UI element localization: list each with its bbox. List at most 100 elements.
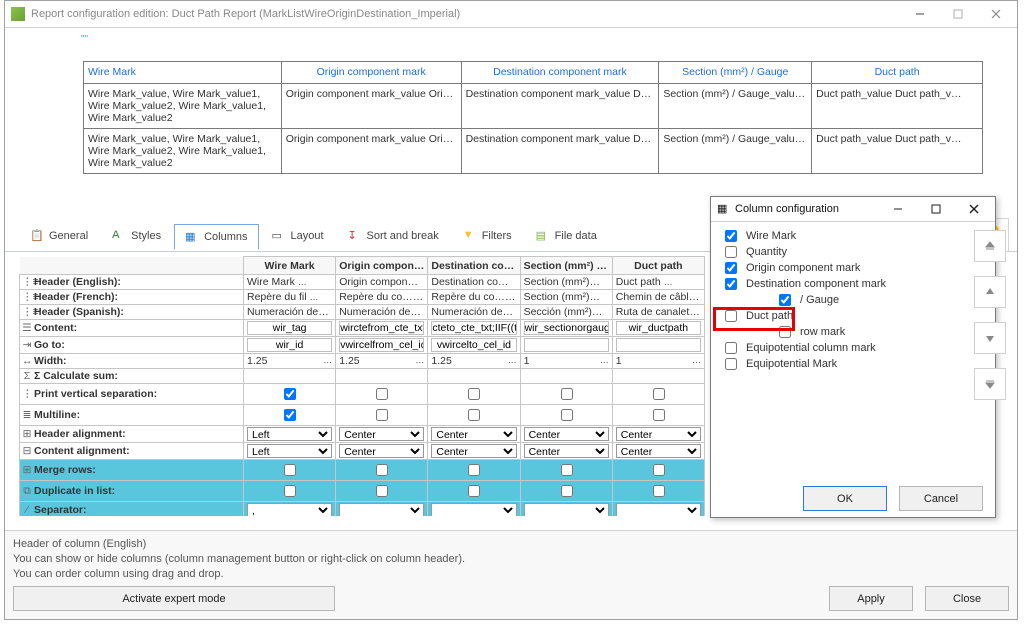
row-goto-input[interactable] <box>247 338 332 352</box>
popup-titlebar[interactable]: ▦ Column configuration <box>711 197 995 222</box>
row-sep-select[interactable] <box>524 503 609 516</box>
row-sep-select[interactable] <box>431 503 516 516</box>
row-merge-checkbox[interactable] <box>561 464 573 476</box>
row-printsep-checkbox[interactable] <box>284 388 296 400</box>
tab-filedata[interactable]: ▤File data <box>525 223 608 248</box>
row-printsep-checkbox[interactable] <box>561 388 573 400</box>
row-halign-cell[interactable]: Center <box>428 426 520 443</box>
row-multiline-checkbox[interactable] <box>284 409 296 421</box>
row-header_es-cell[interactable]: Numeración de… … <box>244 305 336 320</box>
popup-item-checkbox[interactable] <box>725 358 737 370</box>
row-dup-checkbox[interactable] <box>468 485 480 497</box>
row-content-input[interactable] <box>431 321 516 335</box>
row-width-cell[interactable]: 1… <box>520 354 612 369</box>
row-content-cell[interactable] <box>612 320 704 337</box>
grid-col-origin[interactable]: Origin compone… <box>336 257 428 275</box>
row-printsep-cell[interactable] <box>244 384 336 405</box>
popup-item-checkbox[interactable] <box>725 246 737 258</box>
row-header_es-cell[interactable]: Numeración de… … <box>336 305 428 320</box>
row-header_es-cell[interactable]: Ruta de canaleta … <box>612 305 704 320</box>
minimize-button[interactable] <box>901 2 939 26</box>
row-header_fr-cell[interactable]: Repère du fil … <box>244 290 336 305</box>
row-calign-select[interactable]: Left <box>247 444 332 458</box>
row-multiline-checkbox[interactable] <box>376 409 388 421</box>
row-header_en-cell[interactable]: Destination co… … <box>428 275 520 290</box>
row-printsep-checkbox[interactable] <box>376 388 388 400</box>
row-halign-cell[interactable]: Center <box>336 426 428 443</box>
row-header_en-cell[interactable]: Section (mm²)… … <box>520 275 612 290</box>
popup-item[interactable]: Duct path <box>721 308 985 324</box>
row-halign-select[interactable]: Center <box>431 427 516 441</box>
preview-col-section[interactable]: Section (mm²) / Gauge <box>659 62 812 84</box>
row-merge-checkbox[interactable] <box>468 464 480 476</box>
row-goto-cell[interactable] <box>612 337 704 354</box>
row-goto-input[interactable] <box>616 338 701 352</box>
popup-item-checkbox[interactable] <box>725 262 737 274</box>
row-calign-select[interactable]: Center <box>339 444 424 458</box>
row-calign-select[interactable]: Center <box>616 444 701 458</box>
popup-item[interactable]: Destination component mark <box>721 276 985 292</box>
popup-item-checkbox[interactable] <box>725 278 737 290</box>
activate-expert-mode-button[interactable]: Activate expert mode <box>13 586 335 611</box>
row-dup-cell[interactable] <box>428 481 520 502</box>
popup-item-checkbox[interactable] <box>725 230 737 242</box>
row-multiline-cell[interactable] <box>336 405 428 426</box>
row-printsep-cell[interactable] <box>612 384 704 405</box>
row-sep-select[interactable] <box>339 503 424 516</box>
row-content-cell[interactable] <box>244 320 336 337</box>
row-dup-cell[interactable] <box>244 481 336 502</box>
row-content-input[interactable] <box>247 321 332 335</box>
row-multiline-cell[interactable] <box>520 405 612 426</box>
row-printsep-cell[interactable] <box>428 384 520 405</box>
row-header_fr-cell[interactable]: Section (mm²)… … <box>520 290 612 305</box>
row-multiline-cell[interactable] <box>244 405 336 426</box>
row-header_en-cell[interactable]: Origin compon… … <box>336 275 428 290</box>
row-goto-cell[interactable] <box>428 337 520 354</box>
row-dup-cell[interactable] <box>520 481 612 502</box>
popup-item[interactable]: row mark <box>721 324 985 340</box>
row-sep-cell[interactable]: , <box>244 502 336 517</box>
row-dup-checkbox[interactable] <box>376 485 388 497</box>
row-sep-select[interactable] <box>616 503 701 516</box>
popup-item[interactable]: Quantity <box>721 244 985 260</box>
row-header_fr-cell[interactable]: Repère du co… … <box>336 290 428 305</box>
row-goto-cell[interactable] <box>244 337 336 354</box>
tab-columns[interactable]: ▦Columns <box>174 224 258 249</box>
tab-layout[interactable]: ▭Layout <box>261 223 335 248</box>
move-bottom-button[interactable] <box>974 368 1006 400</box>
close-button[interactable] <box>977 2 1015 26</box>
row-sep-cell[interactable] <box>428 502 520 517</box>
row-multiline-cell[interactable] <box>612 405 704 426</box>
row-content-cell[interactable] <box>428 320 520 337</box>
row-goto-input[interactable] <box>339 338 424 352</box>
row-halign-cell[interactable]: Center <box>520 426 612 443</box>
row-printsep-checkbox[interactable] <box>468 388 480 400</box>
row-multiline-checkbox[interactable] <box>561 409 573 421</box>
tab-styles[interactable]: AStyles <box>101 223 172 248</box>
tab-general[interactable]: 📋General <box>19 223 99 248</box>
popup-item-checkbox[interactable] <box>725 310 737 322</box>
row-sep-cell[interactable] <box>520 502 612 517</box>
preview-col-duct[interactable]: Duct path <box>812 62 983 84</box>
row-multiline-cell[interactable] <box>428 405 520 426</box>
row-dup-checkbox[interactable] <box>284 485 296 497</box>
popup-item[interactable]: Equipotential Mark <box>721 356 985 372</box>
row-halign-select[interactable]: Center <box>339 427 424 441</box>
row-calign-select[interactable]: Center <box>524 444 609 458</box>
row-calign-select[interactable]: Center <box>431 444 516 458</box>
row-header_en-cell[interactable]: Duct path … <box>612 275 704 290</box>
grid-col-wire-mark[interactable]: Wire Mark <box>244 257 336 275</box>
row-merge-checkbox[interactable] <box>653 464 665 476</box>
row-content-input[interactable] <box>616 321 701 335</box>
row-merge-cell[interactable] <box>520 460 612 481</box>
tab-sort[interactable]: ↧Sort and break <box>337 223 450 248</box>
preview-col-wire-mark[interactable]: Wire Mark <box>84 62 282 84</box>
row-merge-checkbox[interactable] <box>376 464 388 476</box>
popup-item-checkbox[interactable] <box>725 342 737 354</box>
row-goto-cell[interactable] <box>520 337 612 354</box>
row-multiline-checkbox[interactable] <box>653 409 665 421</box>
row-goto-input[interactable] <box>431 338 516 352</box>
close-main-button[interactable]: Close <box>925 586 1009 611</box>
row-header_fr-cell[interactable]: Chemin de câbles … <box>612 290 704 305</box>
row-printsep-cell[interactable] <box>336 384 428 405</box>
